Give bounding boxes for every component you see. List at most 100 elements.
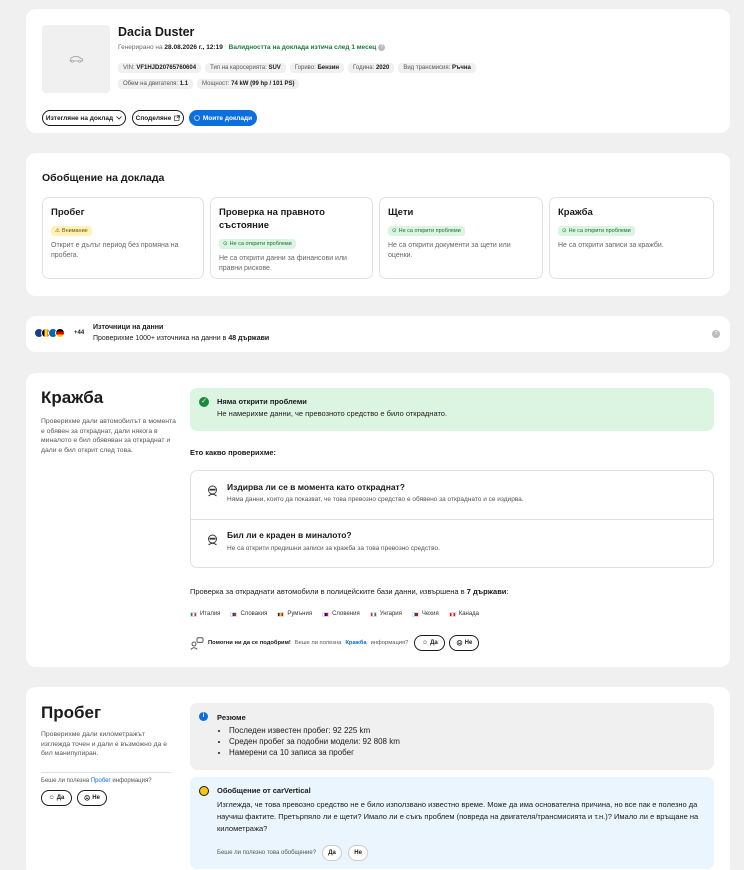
data-sources-card[interactable]: +44 Източници на данни Проверихме 1000+ … bbox=[26, 316, 730, 352]
spec-label: Вид трансмисия: bbox=[403, 65, 451, 71]
generated-line: Генерирано на 28.08.2026 г., 12:19 Валид… bbox=[118, 44, 386, 52]
spec-pill: Обем на двигателя: 1.1 bbox=[118, 79, 194, 89]
feedback-yes-button[interactable]: ☺ Да bbox=[414, 635, 446, 651]
summary-box-mileage[interactable]: Пробег ⚠ Внимание Открит е дълъг период б… bbox=[42, 197, 204, 279]
mileage-title: Пробег bbox=[41, 703, 102, 722]
review-no-button[interactable]: Не bbox=[348, 845, 369, 861]
thumbs-down-icon: ☹ bbox=[456, 640, 463, 647]
sources-text: Проверихме 1000+ източника на данни в 48… bbox=[93, 335, 270, 342]
country-item: Словакия bbox=[230, 611, 267, 617]
country-item: Чехия bbox=[411, 611, 439, 617]
country-name: Италия bbox=[200, 611, 221, 617]
feedback-topic-link[interactable]: Кражба bbox=[345, 640, 366, 646]
help-icon[interactable]: ? bbox=[712, 330, 720, 338]
spec-value: 2020 bbox=[375, 65, 390, 71]
theft-status-banner: ✓ Няма открити проблеми Не намерихме дан… bbox=[190, 388, 714, 431]
review-feedback: Беше ли полезно това обобщение? Да Не bbox=[217, 845, 369, 861]
check-item-currently-wanted: Издирва ли се в момента като откраднат? … bbox=[191, 471, 713, 520]
mileage-section-card: Пробег Проверихме дали километражът изгл… bbox=[26, 687, 730, 870]
spec-label: Мощност: bbox=[202, 81, 230, 87]
download-report-button[interactable]: Изтегляне на доклад bbox=[42, 110, 126, 126]
generated-date: 28.08.2026 г., 12:19 bbox=[164, 44, 223, 52]
carvertical-avatar bbox=[199, 786, 209, 796]
mileage-description: Проверихме дали километражът изглежда то… bbox=[41, 731, 167, 757]
spec-value: VF1HJD20765760604 bbox=[136, 65, 197, 71]
feedback-no-button[interactable]: ☹ Не bbox=[77, 790, 107, 806]
spec-value: 1.1 bbox=[179, 81, 189, 87]
summary-box-damage[interactable]: Щети ⊙ Не са открити проблеми Не са откри… bbox=[379, 197, 543, 279]
my-reports-button[interactable]: Моите доклади bbox=[189, 110, 257, 126]
mileage-feedback-question: Беше ли полезна Пробег информация? bbox=[41, 778, 152, 784]
document-icon bbox=[194, 115, 200, 121]
ok-badge: ⊙ Не са открити проблеми bbox=[558, 226, 635, 236]
thief-icon bbox=[208, 485, 217, 497]
flag-stack bbox=[34, 328, 65, 338]
feedback-topic-link[interactable]: Пробег bbox=[91, 778, 111, 784]
spec-value: Бензин bbox=[317, 65, 340, 71]
summary-box-theft[interactable]: Кражба ⊙ Не са открити проблеми Не са отк… bbox=[549, 197, 714, 279]
report-summary-card: Обобщение на доклада Пробег ⚠ Внимание От… bbox=[26, 153, 730, 296]
country-name: Румъния bbox=[287, 611, 313, 617]
spec-label: Гориво: bbox=[294, 65, 316, 71]
spec-pill: Тип на каросерията: SUV bbox=[205, 63, 286, 73]
flag-icon bbox=[369, 611, 377, 617]
info-icon[interactable]: ? bbox=[378, 44, 386, 51]
flag-icon bbox=[322, 611, 330, 617]
spec-label: Обем на двигателя: bbox=[123, 81, 179, 87]
warning-icon: ⚠ bbox=[55, 228, 60, 234]
flag-icon bbox=[190, 611, 197, 617]
spec-label: Тип на каросерията: bbox=[210, 65, 267, 71]
mileage-summary-list: Последен известен пробег: 92 225 km Сред… bbox=[217, 725, 400, 758]
check-circle-icon: ✓ bbox=[199, 397, 209, 407]
sources-title: Източници на данни bbox=[93, 324, 164, 331]
car-icon bbox=[69, 56, 83, 63]
carvertical-review-box: Обобщение от carVertical Изглежда, че то… bbox=[190, 777, 714, 869]
spec-pill: Година: 2020 bbox=[348, 63, 395, 73]
country-name: Чехия bbox=[421, 611, 439, 617]
chevron-down-icon bbox=[116, 116, 122, 120]
country-item: Словения bbox=[322, 611, 360, 617]
theft-feedback: Помогни ни да се подобрим! Беше ли полез… bbox=[190, 635, 480, 651]
police-check-text: Проверка за откраднати автомобили в поли… bbox=[190, 587, 509, 596]
country-name: Словения bbox=[332, 611, 360, 617]
divider bbox=[41, 772, 171, 773]
theft-description: Проверихме дали автомобилът в момента е … bbox=[41, 418, 176, 454]
spec-label: Година: bbox=[353, 65, 375, 71]
review-yes-button[interactable]: Да bbox=[322, 845, 343, 861]
share-button[interactable]: Споделяне bbox=[132, 110, 184, 126]
spec-value: SUV bbox=[268, 65, 281, 71]
thumbs-up-icon: ☺ bbox=[421, 640, 429, 646]
country-item: Италия bbox=[190, 611, 220, 617]
flag-icon bbox=[448, 611, 456, 617]
feedback-yes-button[interactable]: ☺ Да bbox=[41, 790, 72, 806]
spec-pill: Гориво: Бензин bbox=[289, 63, 345, 73]
spec-pill: Вид трансмисия: Ръчна bbox=[398, 63, 476, 73]
flag-de-icon bbox=[55, 328, 65, 338]
info-icon: i bbox=[199, 712, 208, 721]
summary-box-legal[interactable]: Проверка на правното състояние ⊙ Не са от… bbox=[210, 197, 373, 279]
check-item-stolen-past: Бил ли е краден в миналото? Не са открит… bbox=[191, 520, 713, 569]
checked-label: Ето какво проверихме: bbox=[190, 448, 277, 457]
spec-label: VIN: bbox=[123, 65, 135, 71]
flag-icon bbox=[230, 611, 238, 617]
spec-pill: VIN: VF1HJD20765760604 bbox=[118, 63, 202, 73]
flag-icon bbox=[411, 611, 419, 617]
check-circle-icon: ⊙ bbox=[392, 228, 397, 234]
theft-title: Кражба bbox=[41, 388, 104, 407]
ok-badge: ⊙ Не са открити проблеми bbox=[219, 239, 296, 249]
feedback-people-icon bbox=[190, 636, 204, 650]
country-name: Унгария bbox=[379, 611, 402, 617]
check-circle-icon: ⊙ bbox=[562, 228, 567, 234]
warning-badge: ⚠ Внимание bbox=[51, 226, 92, 236]
summary-title: Обобщение на доклада bbox=[42, 172, 165, 184]
feedback-no-button[interactable]: ☹ Не bbox=[449, 635, 480, 651]
vehicle-header-card: Dacia Duster Генерирано на 28.08.2026 г.… bbox=[26, 9, 730, 133]
validity-text: Валидността на доклада изтича след 1 мес… bbox=[228, 44, 377, 52]
specs-row-2: Обем на двигателя: 1.1 Мощност: 74 kW (99… bbox=[118, 79, 303, 89]
spec-pill: Мощност: 74 kW (99 hp / 101 PS) bbox=[197, 79, 300, 89]
country-list: Италия Словакия Румъния Словения Унгария Чехи… bbox=[190, 611, 479, 617]
flag-icon bbox=[277, 611, 285, 617]
mileage-summary-box: i Резюме Последен известен пробег: 92 22… bbox=[190, 703, 714, 770]
specs-row-1: VIN: VF1HJD20765760604 Тип на каросерията… bbox=[118, 63, 480, 73]
sources-extra-count: +44 bbox=[74, 330, 85, 336]
